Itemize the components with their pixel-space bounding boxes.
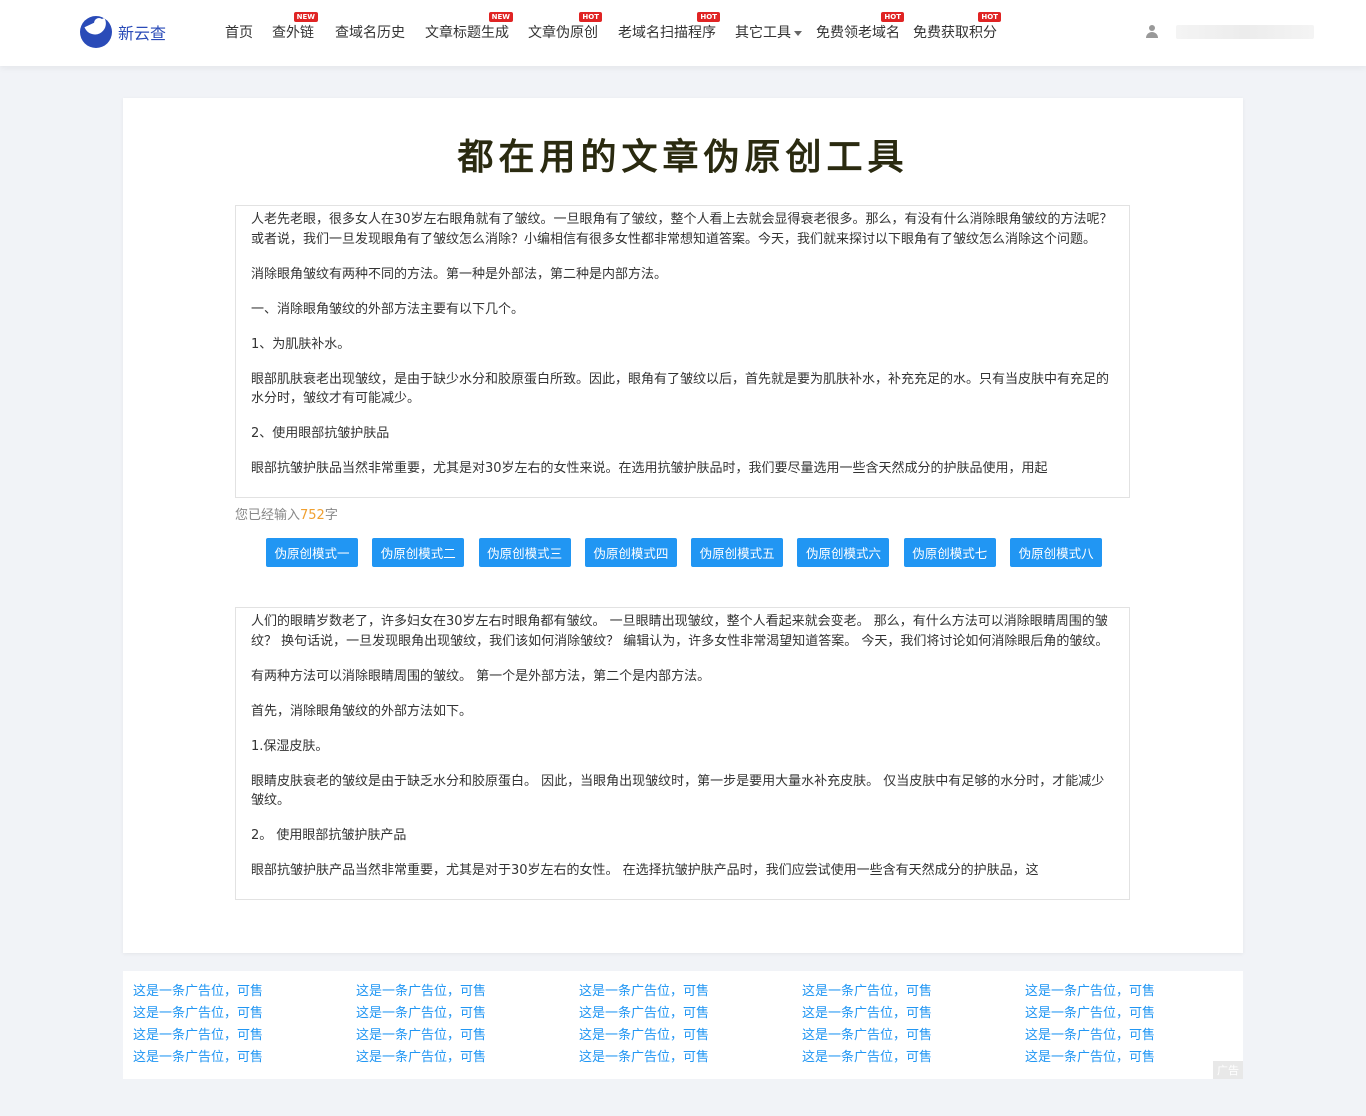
text-paragraph: 1、为肌肤补水。 (251, 336, 351, 352)
ad-link[interactable]: 这是一条广告位，可售 (579, 983, 802, 1005)
ad-link[interactable]: 这是一条广告位，可售 (356, 1049, 579, 1071)
ad-link[interactable]: 这是一条广告位，可售 (133, 1027, 356, 1049)
mode-button-3[interactable]: 伪原创模式三 (478, 538, 571, 567)
char-count-prefix: 您已经输入 (235, 508, 301, 523)
ad-link[interactable]: 这是一条广告位，可售 (802, 1005, 1025, 1027)
ad-grid: 这是一条广告位，可售 这是一条广告位，可售 这是一条广告位，可售 这是一条广告位，可售… (133, 983, 1248, 1071)
nav-badge: NEW (293, 12, 318, 22)
nav-item-6[interactable]: 老域名扫描程序 HOT (618, 12, 720, 42)
ad-link[interactable]: 这是一条广告位，可售 (1025, 1027, 1248, 1049)
text-paragraph: 人老先老眼，很多女人在30岁左右眼角就有了皱纹。一旦眼角有了皱纹，整个人看上去就… (251, 212, 1113, 247)
ad-link[interactable]: 这是一条广告位，可售 (356, 1005, 579, 1027)
nav-item-8[interactable]: 免费领老域名 HOT (816, 12, 904, 42)
mode-button-1[interactable]: 伪原创模式一 (266, 538, 358, 567)
text-paragraph: 2、使用眼部抗皱护肤品 (251, 426, 390, 441)
text-paragraph: 首先，消除眼角皱纹的外部方法如下。 (251, 703, 473, 719)
text-paragraph: 眼部抗皱护肤品当然非常重要，尤其是对30岁左右的女性来说。在选用抗皱护肤品时，我… (251, 461, 1048, 476)
text-paragraph: 眼部肌肤衰老出现皱纹，是由于缺少水分和胶原蛋白所致。因此，眼角有了皱纹以后，首先… (251, 371, 1110, 407)
mode-button-5[interactable]: 伪原创模式五 (691, 538, 784, 567)
ad-link[interactable]: 这是一条广告位，可售 (1025, 1005, 1248, 1027)
nav-item-label: 文章伪原创 (528, 25, 598, 41)
nav-item-label: 首页 (225, 25, 253, 41)
output-textarea[interactable]: 人们的眼睛岁数老了，许多妇女在30岁左右时眼角都有皱纹。 一旦眼睛出现皱纹，整个… (235, 607, 1130, 900)
nav-item-label: 查外链 (272, 25, 314, 41)
input-textarea[interactable]: 人老先老眼，很多女人在30岁左右眼角就有了皱纹。一旦眼角有了皱纹，整个人看上去就… (235, 205, 1130, 498)
mode-button-7[interactable]: 伪原创模式七 (903, 538, 996, 567)
ad-link[interactable]: 这是一条广告位，可售 (802, 1027, 1025, 1049)
ad-link[interactable]: 这是一条广告位，可售 (133, 1049, 356, 1071)
ad-tag: 广告 (1213, 1061, 1243, 1079)
ad-link[interactable]: 这是一条广告位，可售 (356, 1027, 579, 1049)
nav-badge: NEW (488, 12, 513, 22)
ad-link[interactable]: 这是一条广告位，可售 (1025, 983, 1248, 1005)
user-menu[interactable] (1146, 25, 1314, 39)
nav-badge: HOT (881, 12, 904, 22)
text-paragraph: 一、消除眼角皱纹的外部方法主要有以下几个。 (251, 301, 525, 317)
mode-button-group: 伪原创模式一 伪原创模式二 伪原创模式三 伪原创模式四 伪原创模式五 伪原创模式六 伪原创模… (266, 538, 1116, 567)
nav-item-5[interactable]: 文章伪原创 HOT (528, 12, 602, 42)
nav-item-label: 文章标题生成 (425, 25, 509, 41)
ad-link[interactable]: 这是一条广告位，可售 (133, 983, 356, 1005)
char-count: 您已经输入752字 (235, 504, 338, 523)
text-paragraph: 消除眼角皱纹有两种不同的方法。第一种是外部法，第二种是内部方法。 (251, 266, 668, 282)
text-paragraph: 2。 使用眼部抗皱护肤产品 (251, 828, 407, 843)
nav-item-7[interactable]: 其它工具 (735, 24, 802, 42)
page-title: 都在用的文章伪原创工具 (457, 137, 909, 178)
nav-item-1[interactable]: 首页 (225, 24, 253, 42)
nav-item-label: 查域名历史 (335, 25, 405, 41)
char-count-value: 752 (300, 508, 325, 523)
ad-link[interactable]: 这是一条广告位，可售 (133, 1005, 356, 1027)
nav-item-4[interactable]: 文章标题生成 NEW (425, 12, 513, 42)
ad-link[interactable]: 这是一条广告位，可售 (579, 1005, 802, 1027)
ad-link[interactable]: 这是一条广告位，可售 (356, 983, 579, 1005)
logo-text: 新云查 (118, 24, 167, 43)
mode-button-8[interactable]: 伪原创模式八 (1010, 538, 1103, 567)
ad-link[interactable]: 这是一条广告位，可售 (802, 1049, 1025, 1071)
ad-link[interactable]: 这是一条广告位，可售 (802, 983, 1025, 1005)
bird-logo-icon (80, 16, 112, 48)
main-nav: 首页 查外链 NEW 查域名历史 文章标题生成 NEW 文章伪原创 HOT 老域名扫描程序 HOT… (225, 12, 1001, 42)
mode-button-2[interactable]: 伪原创模式二 (372, 538, 465, 567)
char-count-suffix: 字 (324, 508, 338, 523)
text-paragraph: 眼部抗皱护肤产品当然非常重要，尤其是对于30岁左右的女性。 在选择抗皱护肤产品时… (251, 863, 1039, 878)
mode-button-6[interactable]: 伪原创模式六 (797, 538, 890, 567)
ad-panel: 这是一条广告位，可售 这是一条广告位，可售 这是一条广告位，可售 这是一条广告位，可售… (123, 971, 1243, 1079)
nav-badge: HOT (579, 12, 602, 22)
nav-item-2[interactable]: 查外链 NEW (272, 12, 318, 42)
text-paragraph: 有两种方法可以消除眼睛周围的皱纹。 第一个是外部方法，第二个是内部方法。 (251, 668, 711, 684)
nav-item-label: 其它工具 (735, 25, 791, 41)
nav-item-label: 免费领老域名 (816, 25, 900, 41)
nav-item-3[interactable]: 查域名历史 (335, 24, 405, 42)
nav-badge: HOT (978, 12, 1001, 22)
text-paragraph: 眼睛皮肤衰老的皱纹是由于缺乏水分和胶原蛋白。 因此，当眼角出现皱纹时，第一步是要… (251, 773, 1105, 809)
user-icon (1146, 25, 1158, 39)
main-card: 都在用的文章伪原创工具 人老先老眼，很多女人在30岁左右眼角就有了皱纹。一旦眼角… (123, 98, 1243, 953)
ad-link[interactable]: 这是一条广告位，可售 (579, 1027, 802, 1049)
username-redacted (1176, 25, 1314, 39)
nav-item-label: 老域名扫描程序 (618, 25, 716, 41)
text-paragraph: 人们的眼睛岁数老了，许多妇女在30岁左右时眼角都有皱纹。 一旦眼睛出现皱纹，整个… (251, 614, 1109, 649)
top-navbar: 新云查 首页 查外链 NEW 查域名历史 文章标题生成 NEW 文章伪原创 HOT 老域名扫描程… (0, 0, 1366, 66)
nav-item-label: 免费获取积分 (913, 25, 997, 41)
caret-down-icon (794, 30, 802, 36)
nav-badge: HOT (697, 12, 720, 22)
site-logo[interactable]: 新云查 (80, 16, 166, 48)
ad-link[interactable]: 这是一条广告位，可售 (579, 1049, 802, 1071)
text-paragraph: 1.保湿皮肤。 (251, 738, 329, 754)
mode-button-4[interactable]: 伪原创模式四 (584, 538, 677, 567)
nav-item-9[interactable]: 免费获取积分 HOT (913, 12, 1001, 42)
